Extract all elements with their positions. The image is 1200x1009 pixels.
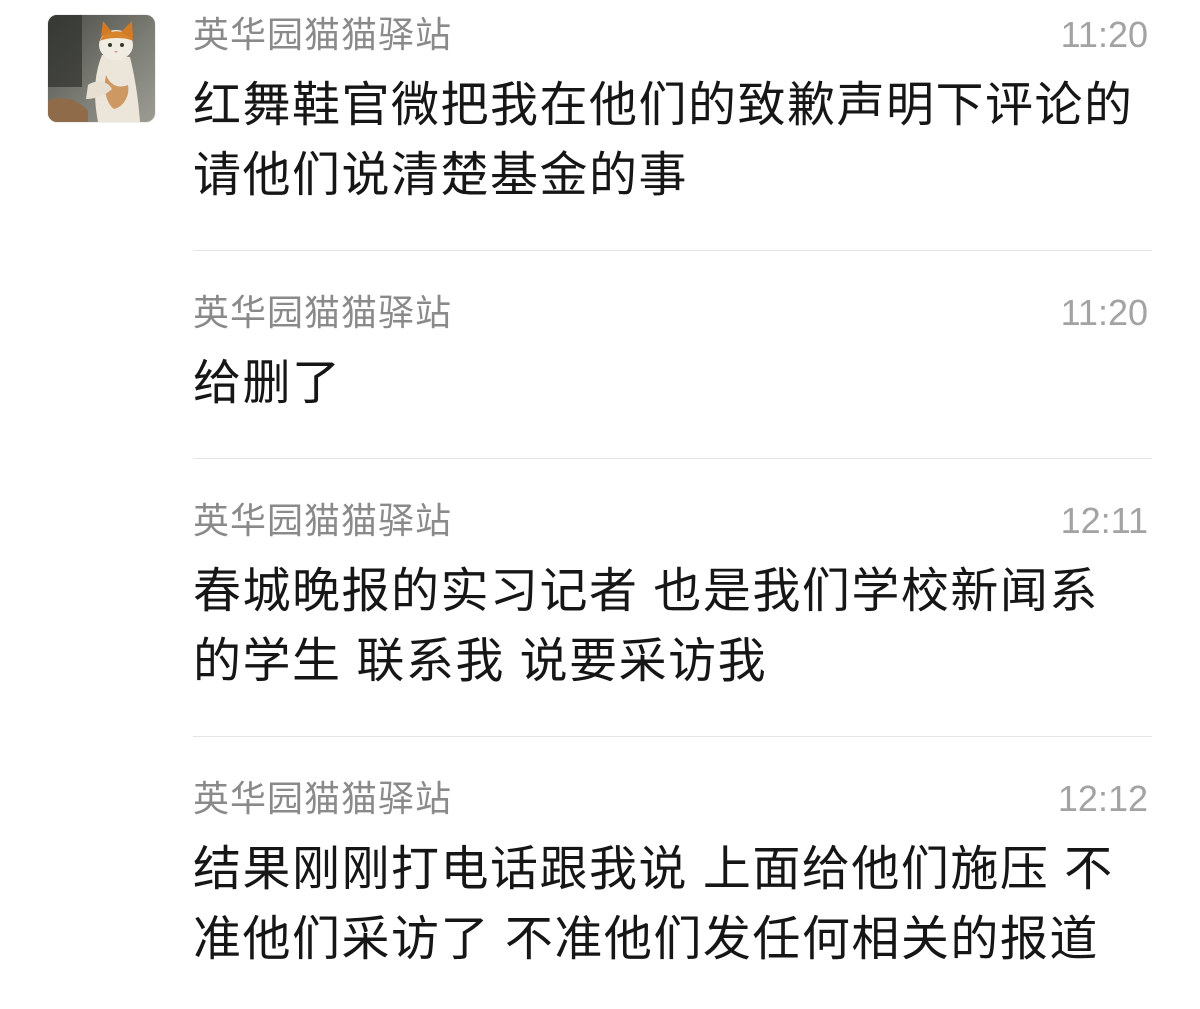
sender-name: 英华园猫猫驿站 [193,778,453,819]
message-text-line: 的学生 联系我 说要采访我 [193,635,768,688]
message-header: 英华园猫猫驿站 11:20 [193,10,1152,60]
message-item[interactable]: 英华园猫猫驿站 11:20 给删了 [193,251,1152,458]
sender-name: 英华园猫猫驿站 [193,292,453,333]
message-time: 11:20 [1060,14,1148,55]
message-item[interactable]: 英华园猫猫驿站 12:11 春城晚报的实习记者 也是我们学校新闻系 的学生 联系… [193,459,1152,736]
message-text-line: 准他们采访了 不准他们发任何相关的报道 [193,913,1099,966]
message-text: 春城晚报的实习记者 也是我们学校新闻系 的学生 联系我 说要采访我 [193,557,1152,697]
cat-photo [48,15,155,122]
message-item[interactable]: 英华园猫猫驿站 12:12 结果刚刚打电话跟我说 上面给他们施压 不 准他们采访… [193,737,1152,995]
sender-name: 英华园猫猫驿站 [193,500,453,541]
message-text-line: 请他们说清楚基金的事 [193,149,689,202]
message-text-line: 春城晚报的实习记者 也是我们学校新闻系 [193,565,1099,618]
message-text-line: 给删了 [193,357,342,410]
message-text: 给删了 [193,349,1152,419]
message-text: 结果刚刚打电话跟我说 上面给他们施压 不 准他们采访了 不准他们发任何相关的报道 [193,835,1152,975]
message-time: 11:20 [1060,292,1148,333]
message-time: 12:12 [1057,778,1148,819]
message-time: 12:11 [1060,500,1148,541]
chat-history-screen: 英华园猫猫驿站 11:20 红舞鞋官微把我在他们的致歉声明下评论的 请他们说清楚… [0,0,1200,1009]
message-text-line: 红舞鞋官微把我在他们的致歉声明下评论的 [193,79,1134,132]
message-text: 红舞鞋官微把我在他们的致歉声明下评论的 请他们说清楚基金的事 [193,71,1152,211]
message-header: 英华园猫猫驿站 12:11 [193,496,1152,546]
sender-name: 英华园猫猫驿站 [193,14,453,55]
message-item[interactable]: 英华园猫猫驿站 11:20 红舞鞋官微把我在他们的致歉声明下评论的 请他们说清楚… [193,0,1152,250]
message-list: 英华园猫猫驿站 11:20 红舞鞋官微把我在他们的致歉声明下评论的 请他们说清楚… [193,0,1152,995]
message-text-line: 结果刚刚打电话跟我说 上面给他们施压 不 [193,843,1114,896]
message-header: 英华园猫猫驿站 12:12 [193,774,1152,824]
message-header: 英华园猫猫驿站 11:20 [193,288,1152,338]
avatar[interactable] [48,15,155,122]
